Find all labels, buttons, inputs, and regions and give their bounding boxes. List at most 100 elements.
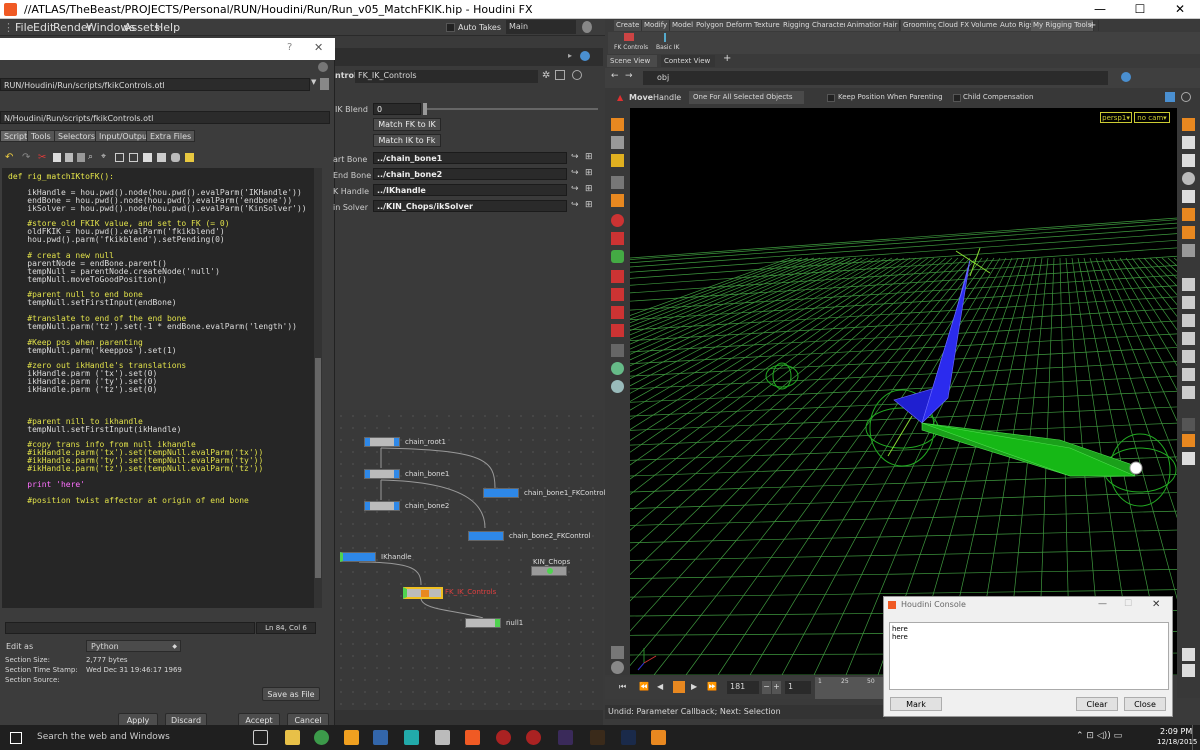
tab-selectors[interactable]: Selectors xyxy=(54,130,100,142)
save-as-file-button[interactable]: Save as File xyxy=(262,687,320,701)
info-icon[interactable] xyxy=(572,70,582,80)
app-icon-5[interactable] xyxy=(526,730,541,745)
houdini-taskbar-icon[interactable] xyxy=(465,730,480,745)
uv-icon[interactable] xyxy=(1182,296,1195,309)
network-editor[interactable]: chain_root1 chain_bone1 chain_bone2 chai… xyxy=(335,410,605,710)
illustrator-icon[interactable] xyxy=(590,730,605,745)
start-bone-field[interactable]: ../chain_bone1 xyxy=(373,152,567,164)
rotate-tool-icon[interactable] xyxy=(611,214,624,227)
shelf-tab-volume[interactable]: Volume xyxy=(969,20,1001,31)
redo-icon[interactable]: ↷ xyxy=(22,152,30,163)
dialog-close-button[interactable]: ✕ xyxy=(314,41,323,54)
shelf-tool-fk-controls[interactable]: FK Controls xyxy=(614,44,648,51)
end-bone-jump-icon[interactable]: ↪ xyxy=(571,168,579,178)
console-output[interactable]: here here xyxy=(889,622,1169,690)
node-chain-bone1-fkcontrol[interactable] xyxy=(483,488,519,498)
camera-lock-select[interactable]: no cam▾ xyxy=(1134,112,1170,123)
node-kin-chops[interactable] xyxy=(531,566,567,576)
code-scrollbar[interactable] xyxy=(314,168,322,608)
shelf-tool-basic-ik[interactable]: Basic IK xyxy=(656,44,680,51)
goto-icon[interactable] xyxy=(157,153,166,162)
comment-icon[interactable] xyxy=(171,153,180,162)
node-ikhandle[interactable] xyxy=(340,552,376,562)
console-minimize-button[interactable]: — xyxy=(1098,599,1107,609)
vlc-icon[interactable] xyxy=(651,730,666,745)
edit-as-select[interactable]: Python ◆ xyxy=(86,640,181,652)
camera-select[interactable]: persp1▾ xyxy=(1100,112,1132,123)
bookmark-icon[interactable] xyxy=(143,153,152,162)
start-bone-jump-icon[interactable]: ↪ xyxy=(571,152,579,162)
delete-icon[interactable] xyxy=(77,153,85,162)
add-shelf-tab-icon[interactable]: + xyxy=(1086,20,1100,31)
pin-icon[interactable] xyxy=(611,646,624,659)
snap-grid-icon[interactable] xyxy=(611,250,624,263)
shade-icon[interactable] xyxy=(1182,226,1195,239)
ik-blend-field[interactable]: 0 xyxy=(373,103,421,115)
scale-tool-icon[interactable] xyxy=(611,232,624,245)
tab-extra-files[interactable]: Extra Files xyxy=(146,130,196,142)
light-icon[interactable] xyxy=(611,380,624,393)
shelf-tab-animation[interactable]: Animation xyxy=(845,20,886,31)
ik-blend-slider-handle[interactable] xyxy=(423,103,427,115)
shelf-tab-my-rigging-tools[interactable]: My Rigging Tools xyxy=(1031,20,1095,31)
move-tool-icon[interactable]: ▲ xyxy=(617,93,623,102)
paste-icon[interactable] xyxy=(65,153,73,162)
command-line-field[interactable] xyxy=(5,622,255,634)
shelf-tab-create[interactable]: Create xyxy=(614,20,643,31)
ghost-icon[interactable] xyxy=(1182,154,1195,167)
console-maximize-button[interactable]: ☐ xyxy=(1124,599,1132,609)
play-back-icon[interactable]: ◀ xyxy=(657,682,663,691)
kin-solver-field[interactable]: ../KIN_Chops/ikSolver xyxy=(373,200,567,212)
play-icon[interactable]: ▶ xyxy=(691,682,697,691)
outdent-icon[interactable] xyxy=(129,153,138,162)
console-clear-button[interactable]: Clear xyxy=(1076,697,1118,711)
pane-link-icon[interactable] xyxy=(580,51,590,61)
file-explorer-icon[interactable] xyxy=(285,730,300,745)
handle-mode-select[interactable]: One For All Selected Objects xyxy=(689,91,804,104)
library-path-field[interactable]: RUN/Houdini/Run/scripts/fkikControls.otl xyxy=(0,78,310,91)
node-chain-root1[interactable] xyxy=(364,437,400,447)
next-key-icon[interactable]: ⏩ xyxy=(707,682,717,691)
viewer-snap-icon[interactable] xyxy=(1165,92,1175,102)
shelf-tab-hair[interactable]: Hair xyxy=(881,20,901,31)
end-bone-field[interactable]: ../chain_bone2 xyxy=(373,168,567,180)
tab-tools[interactable]: Tools xyxy=(27,130,55,142)
snap-point-icon[interactable] xyxy=(611,270,624,283)
viewer-help-icon[interactable] xyxy=(1181,92,1191,102)
shelf-tab-rigging[interactable]: Rigging xyxy=(781,20,813,31)
copy-icon[interactable] xyxy=(53,153,61,162)
tab-context-view[interactable]: Context View xyxy=(661,55,715,67)
undo-icon[interactable]: ↶ xyxy=(5,152,13,163)
task-view-icon[interactable] xyxy=(253,730,268,745)
path-field[interactable]: obj xyxy=(643,71,1108,85)
settings-icon[interactable] xyxy=(185,153,194,162)
vertex-icon[interactable] xyxy=(1182,314,1195,327)
app-icon-3[interactable] xyxy=(435,730,450,745)
code-scrollbar-thumb[interactable] xyxy=(315,358,321,578)
ik-handle-pick-icon[interactable]: ⊞ xyxy=(585,184,593,194)
minimize-button[interactable]: — xyxy=(1080,0,1120,19)
dialog-help-button[interactable]: ? xyxy=(287,42,292,53)
shelf-tab-model[interactable]: Model xyxy=(670,20,697,31)
stop-icon[interactable] xyxy=(673,681,685,693)
kin-solver-jump-icon[interactable]: ↪ xyxy=(571,200,579,210)
prev-key-icon[interactable]: ⏪ xyxy=(639,682,649,691)
start-bone-pick-icon[interactable]: ⊞ xyxy=(585,152,593,162)
back-arrow-icon[interactable]: ← xyxy=(611,71,619,81)
handle-tool-icon[interactable] xyxy=(611,194,624,207)
frame-increment-button[interactable]: + xyxy=(772,681,781,694)
camera-icon[interactable] xyxy=(611,661,624,674)
tray-icons[interactable]: ⌃ ⊡ ◁)) ▭ xyxy=(1076,731,1122,741)
tab-scene-view[interactable]: Scene View xyxy=(607,55,657,67)
photoshop-icon[interactable] xyxy=(621,730,636,745)
help-icon[interactable] xyxy=(582,21,592,33)
profile-icon[interactable] xyxy=(1182,386,1195,399)
snap-prim-icon[interactable] xyxy=(611,306,624,319)
wire-icon[interactable] xyxy=(1182,244,1195,257)
library-path-dropdown-icon[interactable]: ▼ xyxy=(311,78,318,90)
first-frame-icon[interactable]: ⏮ xyxy=(619,682,626,692)
ik-handle-field[interactable]: ../IKhandle xyxy=(373,184,567,196)
shelf-tab-deform[interactable]: Deform xyxy=(724,20,756,31)
node-fk-ik-controls[interactable] xyxy=(403,587,443,599)
kin-solver-pick-icon[interactable]: ⊞ xyxy=(585,200,593,210)
